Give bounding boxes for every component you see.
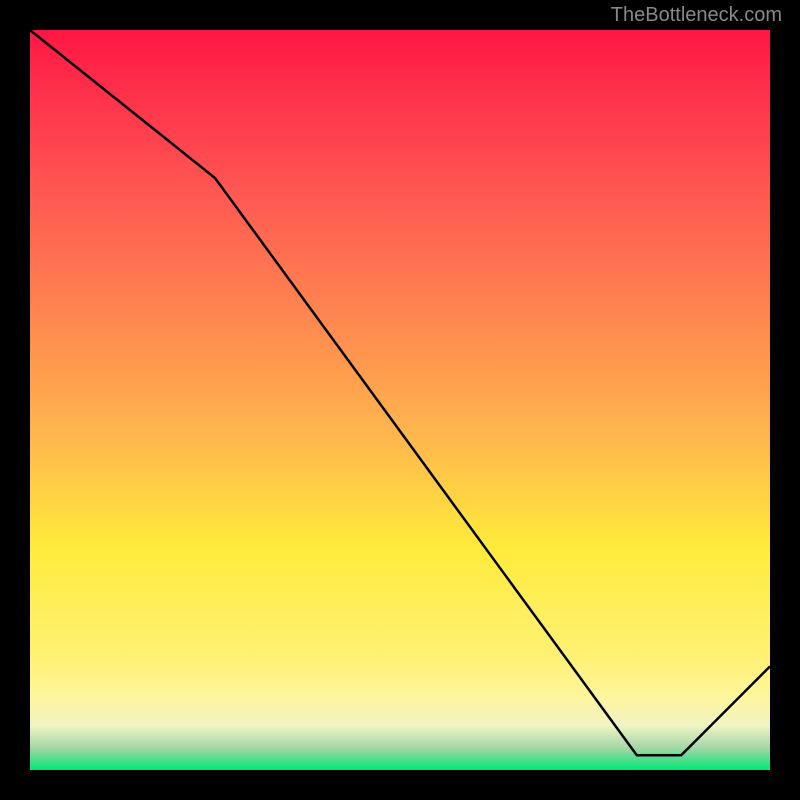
data-line-layer [30,30,770,770]
plot-area [30,30,770,770]
watermark-text: TheBottleneck.com [611,4,782,27]
chart-container: TheBottleneck.com [0,0,800,800]
bottleneck-curve [30,30,770,755]
